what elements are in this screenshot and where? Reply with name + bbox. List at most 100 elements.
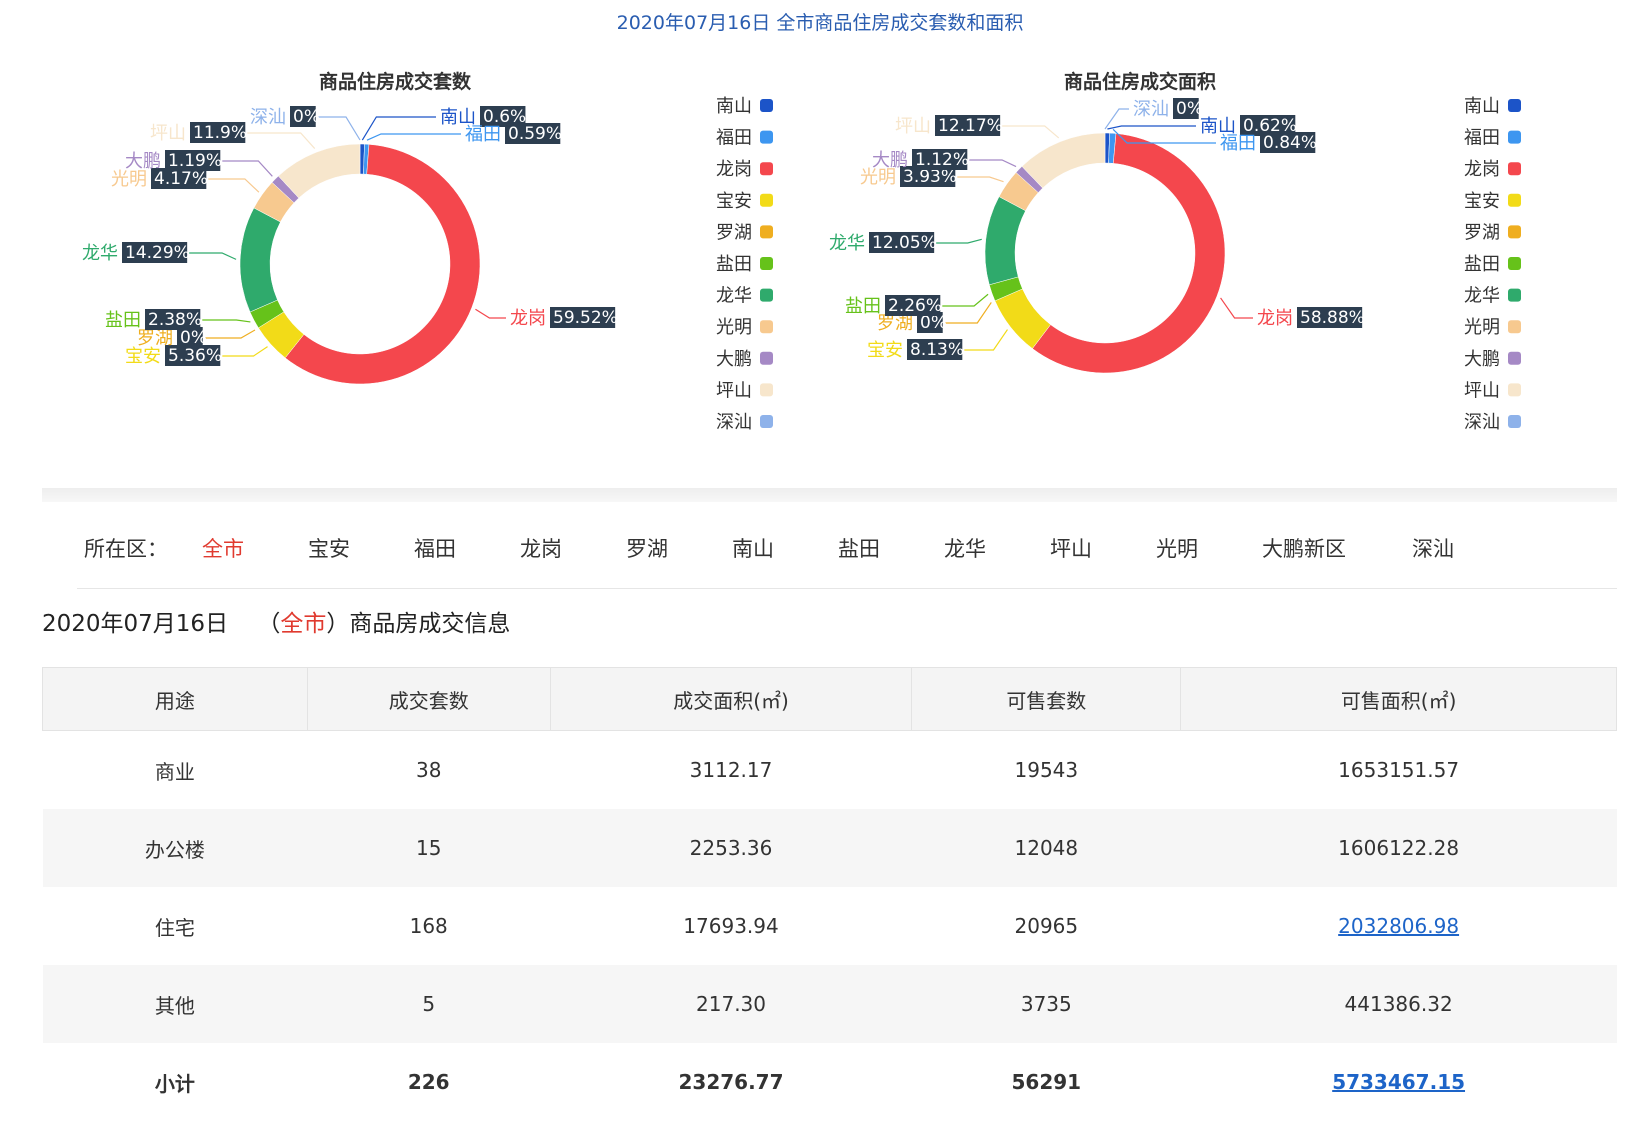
district-tab-1[interactable]: 宝安 (308, 533, 414, 563)
cell-deals: 226 (407, 1070, 450, 1094)
legend-swatch (760, 288, 773, 302)
legend-label: 南山 (1464, 96, 1500, 117)
label-line (957, 176, 1004, 183)
section-divider (42, 488, 1617, 502)
legend-label: 福田 (1464, 128, 1500, 149)
legend-swatch (1508, 320, 1521, 334)
district-tab-9[interactable]: 光明 (1156, 533, 1262, 563)
legend-item-4[interactable]: 罗湖 (1464, 222, 1521, 243)
label-line (189, 252, 237, 260)
legend-swatch (1508, 351, 1521, 365)
district-tab-0[interactable]: 全市 (202, 533, 308, 563)
legend-item-7[interactable]: 光明 (1464, 317, 1521, 338)
label-value: 58.88% (1300, 308, 1365, 328)
cell-area: 217.30 (550, 965, 912, 1043)
label-name: 光明 (111, 169, 147, 190)
legend-label: 光明 (716, 317, 752, 338)
district-tab-6[interactable]: 盐田 (838, 533, 944, 563)
label-value: 4.17% (154, 169, 208, 189)
legend-item-8[interactable]: 大鹏 (716, 349, 773, 370)
cell-use: 商业 (154, 759, 195, 784)
label-value: 8.13% (910, 340, 964, 360)
filter-separator (77, 588, 1617, 589)
legend-label: 盐田 (716, 254, 752, 275)
legend-label: 南山 (716, 96, 752, 117)
legend-item-9[interactable]: 坪山 (1464, 380, 1521, 401)
label-value: 2.26% (888, 296, 942, 316)
district-tab-3[interactable]: 龙岗 (520, 533, 626, 563)
cell-deals: 38 (415, 758, 442, 782)
chart-title: 商品住房成交套数 (319, 70, 472, 93)
cell-avail_area: 1606122.28 (1180, 809, 1617, 887)
legend-item-2[interactable]: 龙岗 (716, 159, 773, 180)
table-row: 住宅 168 17693.94 20965 2032806.98 (43, 887, 1617, 965)
legend-item-10[interactable]: 深汕 (1464, 412, 1521, 433)
label-line (208, 178, 260, 193)
info-date: 2020年07月16日 (42, 611, 229, 637)
pie-slice-6[interactable] (984, 196, 1026, 286)
legend-swatch (760, 320, 773, 334)
legend-label: 盐田 (1464, 254, 1500, 275)
district-tab-4[interactable]: 罗湖 (626, 533, 732, 563)
district-tab-10[interactable]: 大鹏新区 (1262, 533, 1412, 563)
cell-avail: 20965 (1014, 914, 1079, 938)
legend-item-0[interactable]: 南山 (1464, 96, 1521, 117)
legend-item-2[interactable]: 龙岗 (1464, 159, 1521, 180)
slice-label-2: 龙岗 59.52% (475, 307, 618, 329)
label-line (1107, 125, 1196, 130)
district-tab-8[interactable]: 坪山 (1050, 533, 1156, 563)
district-tab-5[interactable]: 南山 (732, 533, 838, 563)
label-value: 2.38% (148, 310, 202, 330)
label-name: 福田 (1220, 133, 1256, 154)
legend-item-1[interactable]: 福田 (716, 128, 773, 149)
legend-item-8[interactable]: 大鹏 (1464, 349, 1521, 370)
slice-label-5: 盐田 2.26% (845, 293, 989, 317)
district-tab-7[interactable]: 龙华 (944, 533, 1050, 563)
label-value: 0.59% (508, 124, 562, 144)
legend-item-4[interactable]: 罗湖 (716, 222, 773, 243)
legend-item-6[interactable]: 龙华 (1464, 286, 1521, 307)
legend-label: 深汕 (1464, 412, 1500, 433)
cell-avail: 56291 (1011, 1070, 1082, 1094)
legend-label: 大鹏 (716, 349, 752, 370)
district-tab-11[interactable]: 深汕 (1412, 533, 1472, 563)
legend-item-5[interactable]: 盐田 (716, 254, 773, 275)
cell-area: 3112.17 (689, 758, 773, 782)
available-area-link[interactable]: 2032806.98 (1338, 914, 1459, 938)
available-area-link[interactable]: 5733467.15 (1332, 1070, 1465, 1094)
legend-label: 龙华 (716, 286, 752, 307)
legend-swatch (760, 193, 773, 207)
slice-label-10: 深汕 0% (1104, 98, 1203, 130)
legend-item-6[interactable]: 龙华 (716, 286, 773, 307)
legend-item-0[interactable]: 南山 (716, 96, 773, 117)
legend-item-10[interactable]: 深汕 (716, 412, 773, 433)
legend-swatch (1508, 162, 1521, 176)
district-tab-2[interactable]: 福田 (414, 533, 520, 563)
table-total-row: 小计 226 23276.77 56291 5733467.15 (43, 1043, 1617, 1121)
col-use: 用途 (42, 667, 308, 731)
legend-label: 大鹏 (1464, 349, 1500, 370)
slice-label-0: 南山 0.6% (361, 106, 526, 141)
legend-label: 坪山 (716, 380, 752, 401)
legend-swatch (760, 415, 773, 428)
info-open: （ (257, 611, 281, 637)
legend-item-3[interactable]: 宝安 (1464, 191, 1521, 212)
district-filter: 所在区： 全市 宝安 福田 龙岗 罗湖 南山 盐田 龙华 坪山 光明 大鹏新区 深汕 (84, 528, 1472, 568)
legend-swatch (1508, 288, 1521, 302)
legend-item-7[interactable]: 光明 (716, 317, 773, 338)
legend-swatch (1508, 193, 1521, 207)
info-title: 2020年07月16日 （全市）商品房成交信息 (42, 604, 510, 638)
cell-area: 17693.94 (683, 914, 779, 938)
legend-item-3[interactable]: 宝安 (716, 191, 773, 212)
chart-title: 商品住房成交面积 (1064, 70, 1216, 93)
label-name: 宝安 (867, 340, 903, 361)
label-line (942, 293, 989, 307)
slice-label-5: 盐田 2.38% (105, 309, 251, 331)
legend-item-9[interactable]: 坪山 (716, 380, 773, 401)
slice-label-6: 龙华 12.05% (829, 232, 982, 254)
legend-swatch (760, 225, 773, 239)
info-scope: 全市 (280, 611, 327, 637)
legend-item-1[interactable]: 福田 (1464, 128, 1521, 149)
legend-item-5[interactable]: 盐田 (1464, 254, 1521, 275)
pie-slice-6[interactable] (239, 207, 281, 313)
